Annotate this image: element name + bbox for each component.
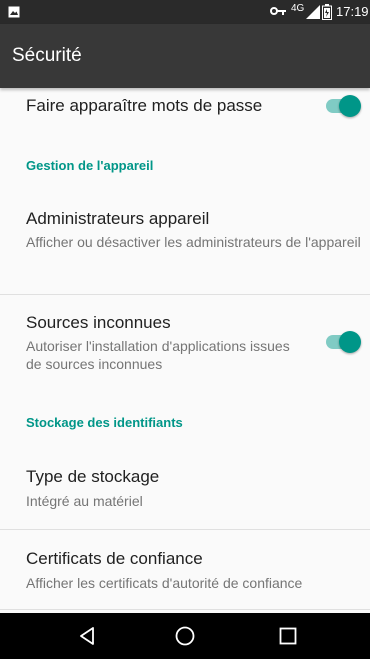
home-circle-icon[interactable] [173, 624, 197, 648]
unknown-sources-switch[interactable] [322, 331, 361, 353]
setting-title: Certificats de confiance [26, 549, 203, 568]
setting-summary: Intégré au matériel [26, 493, 143, 509]
page-title: Sécurité [12, 45, 82, 66]
setting-title: Type de stockage [26, 467, 160, 486]
setting-title: Sources inconnues [26, 313, 171, 332]
setting-summary: Afficher les certificats d'autorité de c… [26, 575, 303, 591]
setting-summary: Afficher ou désactiver les administrateu… [26, 234, 361, 250]
setting-device-admins[interactable]: Administrateurs appareil Afficher ou dés… [0, 196, 370, 280]
divider [0, 529, 370, 530]
divider [0, 609, 370, 610]
setting-unknown-sources[interactable]: Sources inconnues Autoriser l'installati… [0, 305, 370, 385]
setting-show-passwords[interactable]: Faire apparaître mots de passe [0, 88, 370, 126]
category-device-admin: Gestion de l'appareil [26, 158, 154, 173]
switch-thumb [339, 95, 361, 117]
battery-icon [322, 4, 332, 20]
category-credential-storage: Stockage des identifiants [26, 415, 183, 430]
back-triangle-icon[interactable] [76, 624, 100, 648]
navigation-bar [0, 613, 370, 659]
show-passwords-switch[interactable] [322, 95, 361, 117]
clock: 17:19 [336, 4, 369, 19]
switch-thumb [339, 331, 361, 353]
app-bar: Sécurité [0, 24, 370, 88]
signal-icon [306, 5, 320, 19]
divider [0, 294, 370, 295]
setting-summary: Autoriser l'installation d'applications … [26, 338, 290, 372]
key-icon [270, 7, 286, 15]
recents-square-icon[interactable] [276, 624, 300, 648]
network-type-label: 4G [291, 3, 305, 14]
setting-title: Faire apparaître mots de passe [26, 96, 263, 115]
setting-title: Administrateurs appareil [26, 209, 210, 228]
setting-trusted-certs[interactable]: Certificats de confiance Afficher les ce… [0, 536, 370, 606]
setting-storage-type[interactable]: Type de stockage Intégré au matériel [0, 452, 370, 522]
settings-list[interactable]: Faire apparaître mots de passe Gestion d… [0, 88, 370, 613]
status-bar: 4G 17:19 [0, 0, 370, 24]
image-notification-icon [8, 6, 20, 18]
